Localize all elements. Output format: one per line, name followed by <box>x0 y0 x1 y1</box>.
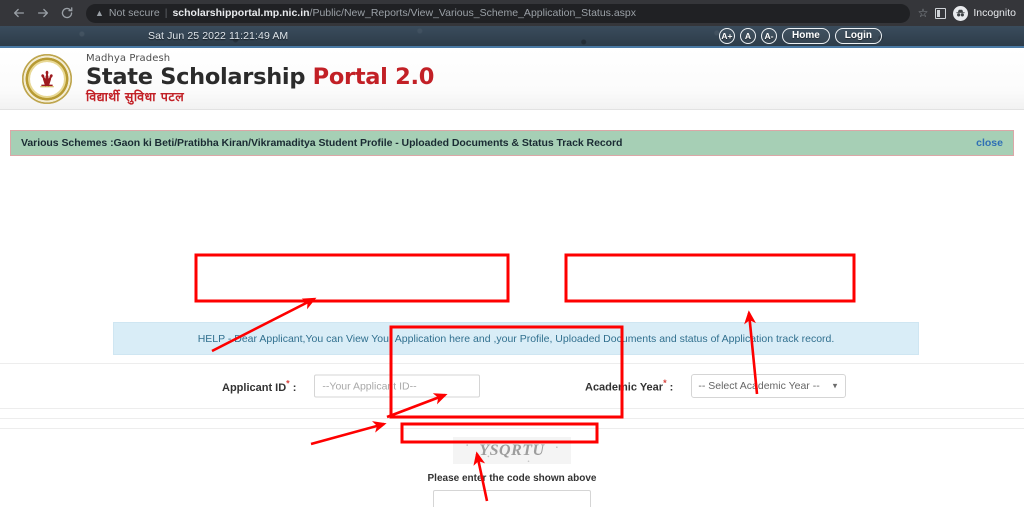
reload-icon[interactable] <box>56 2 78 24</box>
address-bar[interactable]: ▲ Not secure | scholarshipportal.mp.nic.… <box>86 3 910 23</box>
brand-title-accent: Portal 2.0 <box>312 63 435 90</box>
accessibility-and-account-tools: A+ A A- Home Login <box>718 28 882 44</box>
captcha-input[interactable] <box>433 490 591 507</box>
page-content: Various Schemes :Gaon ki Beti/Pratibha K… <box>0 110 1024 507</box>
not-secure-warning-icon: ▲ <box>95 7 104 18</box>
table-row-spacer-1 <box>0 409 1024 419</box>
academic-year-label-text: Academic Year <box>585 381 664 394</box>
omnibox-separator: | <box>164 7 168 19</box>
captcha-code-text: YSQRTU <box>479 441 545 459</box>
font-increase-button[interactable]: A+ <box>718 28 735 44</box>
current-datetime: Sat Jun 25 2022 11:21:49 AM <box>148 30 289 42</box>
academic-year-field-group: Academic Year* : -- Select Academic Year… <box>585 374 847 398</box>
academic-year-label: Academic Year* : <box>585 378 673 394</box>
applicant-id-field-group: Applicant ID* : <box>222 374 481 398</box>
security-status-label: Not secure <box>108 7 160 19</box>
browser-toolbar: ▲ Not secure | scholarshipportal.mp.nic.… <box>0 0 1024 26</box>
application-form-table: Applicant ID* : Academic Year* : -- Sele… <box>0 363 1024 507</box>
star-icon[interactable]: ☆ <box>918 6 929 20</box>
incognito-indicator[interactable]: Incognito <box>953 5 1016 21</box>
url-host: scholarshipportal.mp.nic.in <box>172 7 310 19</box>
applicant-id-colon: : <box>289 381 297 394</box>
brand-title-main: State Scholarship <box>86 63 313 90</box>
table-row-captcha: YSQRTU Please enter the code shown above <box>0 429 1024 507</box>
madhya-pradesh-government-emblem-icon <box>22 53 72 104</box>
banner-close-link[interactable]: close <box>976 137 1003 149</box>
help-text: HELP - Dear Applicant,You can View Your … <box>197 332 835 345</box>
applicant-id-input[interactable] <box>314 374 481 398</box>
browser-right-controls: ☆ Incognito <box>918 5 1016 21</box>
incognito-avatar-icon <box>953 5 969 21</box>
scheme-banner-title: Various Schemes :Gaon ki Beti/Pratibha K… <box>21 137 623 149</box>
font-normal-button[interactable]: A <box>739 28 756 44</box>
academic-year-colon: : <box>666 381 674 394</box>
site-top-band: Sat Jun 25 2022 11:21:49 AM A+ A A- Home… <box>0 26 1024 48</box>
captcha-hint-label: Please enter the code shown above <box>427 473 597 484</box>
home-button[interactable]: Home <box>781 28 830 44</box>
url-text: scholarshipportal.mp.nic.in/Public/New_R… <box>172 7 636 19</box>
brand-pre-title: Madhya Pradesh <box>86 52 171 64</box>
captcha-block: YSQRTU Please enter the code shown above <box>407 437 617 507</box>
table-row-inputs: Applicant ID* : Academic Year* : -- Sele… <box>0 364 1024 409</box>
brand-title: State Scholarship Portal 2.0 <box>86 63 435 90</box>
applicant-id-control <box>314 374 481 398</box>
applicant-id-label-text: Applicant ID <box>222 381 287 394</box>
site-header: Madhya Pradesh State Scholarship Portal … <box>0 48 1024 110</box>
login-button[interactable]: Login <box>834 28 882 44</box>
table-row-spacer-2 <box>0 419 1024 429</box>
academic-year-select[interactable]: -- Select Academic Year -- <box>691 374 847 398</box>
help-info-box: HELP - Dear Applicant,You can View Your … <box>113 322 919 355</box>
back-arrow-icon[interactable] <box>8 2 30 24</box>
applicant-id-label: Applicant ID* : <box>222 378 296 394</box>
academic-year-control: -- Select Academic Year -- ▾ <box>691 374 847 398</box>
incognito-label: Incognito <box>973 7 1016 19</box>
scheme-banner: Various Schemes :Gaon ki Beti/Pratibha K… <box>10 130 1014 156</box>
brand-subtitle-hindi: विद्यार्थी सुविधा पटल <box>86 89 185 104</box>
forward-arrow-icon[interactable] <box>32 2 54 24</box>
url-path: /Public/New_Reports/View_Various_Scheme_… <box>309 7 637 19</box>
side-panel-icon[interactable] <box>935 7 947 19</box>
font-decrease-button[interactable]: A- <box>760 28 777 44</box>
captcha-image: YSQRTU <box>453 437 571 464</box>
site-branding: Madhya Pradesh State Scholarship Portal … <box>86 52 435 104</box>
